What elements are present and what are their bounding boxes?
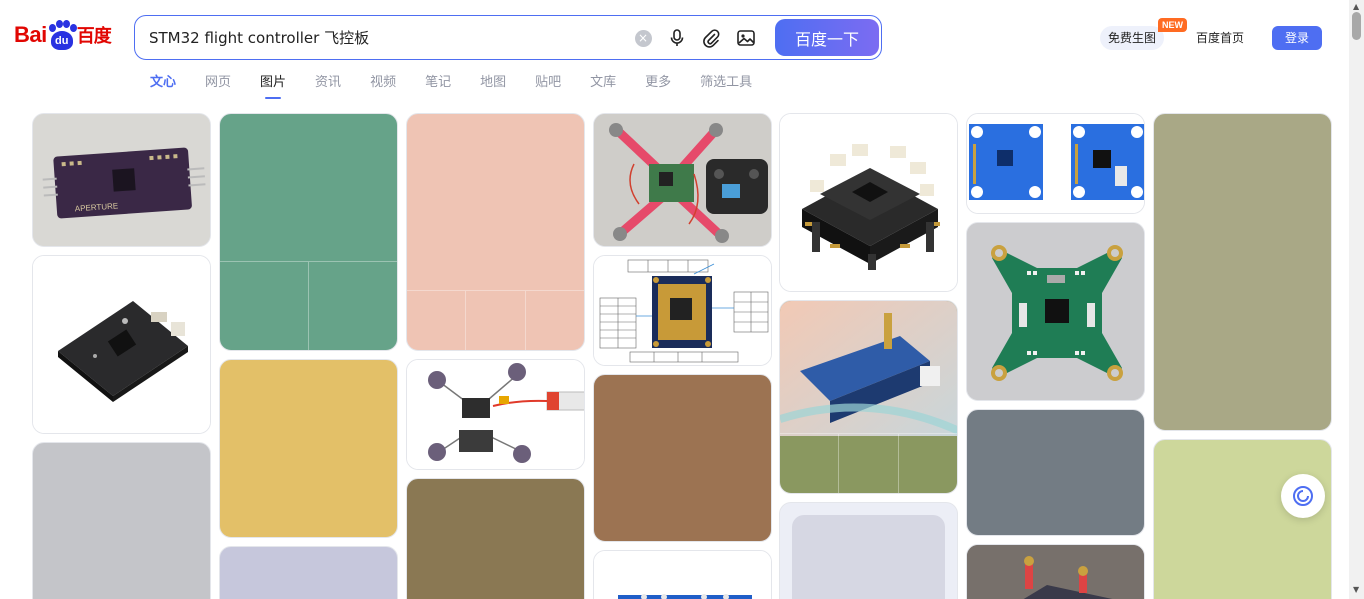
- image-result-placeholder-slate[interactable]: [966, 409, 1145, 536]
- tab-wenku[interactable]: 文库: [590, 73, 616, 99]
- image-result-placeholder-peach[interactable]: [406, 113, 585, 351]
- new-badge: NEW: [1158, 18, 1187, 32]
- tab-notes[interactable]: 笔记: [425, 73, 451, 99]
- tab-wenxin[interactable]: 文心: [150, 73, 176, 99]
- page-scrollbar[interactable]: ▲ ▼: [1349, 0, 1364, 599]
- baidu-home-link[interactable]: 百度首页: [1196, 29, 1244, 46]
- image-result-placeholder-khaki[interactable]: [1153, 113, 1332, 431]
- image-result-aperture-board[interactable]: APERTURE: [32, 113, 211, 247]
- search-input[interactable]: [149, 16, 629, 58]
- search-box: × 百度一下: [134, 15, 882, 60]
- baidu-logo[interactable]: Bai du 百度: [14, 17, 118, 53]
- search-tabs: 文心 网页 图片 资讯 视频 笔记 地图 贴吧 文库 更多 筛选工具: [150, 73, 781, 99]
- image-result-wiring-diagram[interactable]: [406, 359, 585, 470]
- image-result-blue-board-partial[interactable]: [593, 550, 772, 599]
- scroll-down-arrow-icon[interactable]: ▼: [1353, 585, 1359, 594]
- image-result-placeholder-olive-brown[interactable]: [406, 478, 585, 599]
- image-result-green-fc-board[interactable]: [966, 222, 1145, 401]
- image-result-placeholder-green[interactable]: [219, 113, 398, 351]
- scroll-thumb[interactable]: [1352, 12, 1361, 40]
- tab-web[interactable]: 网页: [205, 73, 231, 99]
- free-image-generate-button[interactable]: 免费生图: [1100, 26, 1165, 50]
- microphone-icon[interactable]: [665, 26, 689, 50]
- tab-news[interactable]: 资讯: [315, 73, 341, 99]
- paperclip-icon[interactable]: [699, 26, 723, 50]
- image-result-blue-module-antenna[interactable]: [779, 300, 958, 494]
- paw-logo-icon: du: [48, 20, 77, 50]
- image-result-placeholder-gold[interactable]: [219, 359, 398, 538]
- image-result-quadcopter-frame[interactable]: [593, 113, 772, 247]
- tab-filter-tools[interactable]: 筛选工具: [700, 73, 752, 99]
- search-button[interactable]: 百度一下: [775, 19, 879, 56]
- image-result-pinout-diagram[interactable]: [593, 255, 772, 366]
- image-result-placeholder-pale[interactable]: [779, 502, 958, 599]
- image-result-placeholder-lavender[interactable]: [219, 546, 398, 599]
- logo-text-cn: 百度: [76, 26, 112, 47]
- clear-glyph: ×: [634, 29, 652, 47]
- image-result-placeholder-grey[interactable]: [32, 442, 211, 599]
- image-result-dark-board-partial[interactable]: [966, 544, 1145, 599]
- tab-more[interactable]: 更多: [645, 73, 671, 99]
- logo-text-bai: Bai: [14, 22, 47, 47]
- assistant-icon[interactable]: [1281, 474, 1325, 518]
- tab-tieba[interactable]: 贴吧: [535, 73, 561, 99]
- tab-images[interactable]: 图片: [260, 73, 286, 99]
- scroll-up-arrow-icon[interactable]: ▲: [1353, 2, 1359, 11]
- image-result-black-controller[interactable]: [32, 255, 211, 434]
- logo-text-du: du: [50, 31, 73, 50]
- image-result-stack-esc[interactable]: [779, 113, 958, 292]
- tab-video[interactable]: 视频: [370, 73, 396, 99]
- image-result-blue-fc-pair[interactable]: [966, 113, 1145, 214]
- image-result-placeholder-lime[interactable]: [1153, 439, 1332, 599]
- login-button[interactable]: 登录: [1272, 26, 1322, 50]
- image-icon[interactable]: [734, 26, 758, 50]
- image-result-placeholder-brown[interactable]: [593, 374, 772, 542]
- clear-icon[interactable]: ×: [631, 26, 655, 50]
- tab-map[interactable]: 地图: [480, 73, 506, 99]
